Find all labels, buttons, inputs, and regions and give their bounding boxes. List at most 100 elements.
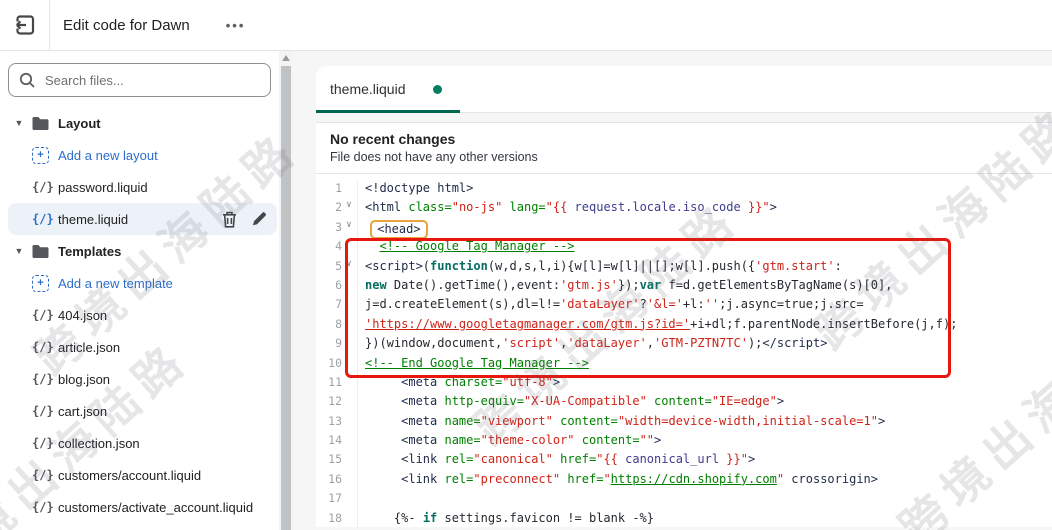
code-token: > — [552, 374, 561, 389]
file-name: cart.json — [58, 403, 108, 419]
code-token: charset= — [444, 374, 503, 389]
code-token: name= — [444, 413, 481, 428]
folder-row-layout[interactable]: ▼ Layout — [8, 107, 277, 139]
exit-editor-button[interactable] — [0, 0, 50, 50]
code-text: })(window,document,'script','dataLayer',… — [358, 336, 827, 355]
code-line[interactable]: 4 <!-- Google Tag Manager --> — [316, 239, 1052, 259]
code-token: "no-js" — [451, 200, 510, 215]
code-text: <link rel="preconnect" href="https://cdn… — [358, 472, 878, 491]
file-item-password.liquid[interactable]: {/} password.liquid — [8, 171, 277, 203]
code-file-icon: {/} — [32, 500, 54, 514]
scrollbar-thumb[interactable] — [281, 66, 291, 530]
code-token: "{{ — [545, 200, 575, 215]
file-item-customers/activate_account.liquid[interactable]: {/} customers/activate_account.liquid — [8, 491, 277, 523]
add-label: Add a new template — [58, 275, 173, 291]
code-line[interactable]: 5 ∨ <script>(function(w,d,s,l,i){w[l]=w[l]… — [316, 258, 1052, 278]
code-editor[interactable]: 1 <!doctype html> 2 ∨ <html class="no-js" la… — [316, 174, 1052, 527]
code-token: 'https://www.googletagmanager.com/gtm.js… — [365, 316, 691, 331]
code-token: href= — [567, 471, 604, 486]
code-line[interactable]: 6 new Date().getTime(),event:'gtm.js'});v… — [316, 277, 1052, 298]
code-token: > — [747, 452, 756, 467]
file-name: blog.json — [58, 371, 111, 387]
code-line[interactable]: 3 ∨ <head> — [316, 219, 1052, 240]
code-line[interactable]: 10 <!-- End Google Tag Manager --> — [316, 355, 1052, 375]
code-token: 'GTM-PZTN7TC' — [654, 336, 748, 351]
code-line[interactable]: 9})(window,document,'script','dataLayer'… — [316, 336, 1052, 356]
gutter: 1 — [316, 181, 358, 201]
file-item-blog.json[interactable]: {/} blog.json — [8, 363, 277, 395]
line-number: 5 — [335, 258, 342, 273]
scroll-up-arrow-icon[interactable] — [282, 55, 290, 61]
code-line[interactable]: 11 <meta charset="utf-8"> — [316, 374, 1052, 395]
search-input[interactable] — [8, 63, 271, 97]
fold-arrow-icon[interactable]: ∨ — [342, 220, 356, 239]
code-line[interactable]: 8 'https://www.googletagmanager.com/gtm.j… — [316, 316, 1052, 337]
add-new-templates-button[interactable]: + Add a new template — [8, 267, 277, 299]
rename-file-button[interactable] — [251, 211, 267, 228]
code-token: }}" — [719, 452, 748, 467]
gutter: 11 — [316, 374, 358, 395]
file-item-404.json[interactable]: {/} 404.json — [8, 299, 277, 331]
sidebar-scrollbar[interactable] — [279, 50, 293, 530]
code-token: crossorigin> — [791, 471, 878, 486]
code-token: if — [422, 510, 438, 525]
code-text: <meta http-equiv="X-UA-Compatible" conte… — [358, 394, 784, 413]
code-token: '&l=' — [646, 297, 683, 312]
code-token: <link — [401, 452, 445, 467]
code-line[interactable]: 17 — [316, 491, 1052, 511]
code-text: <!-- Google Tag Manager --> — [358, 239, 574, 258]
line-number: 11 — [328, 374, 342, 389]
code-token: <link — [401, 471, 445, 486]
fold-arrow-icon[interactable]: ∨ — [342, 259, 356, 278]
code-token: "IE=edge" — [711, 394, 777, 409]
code-line[interactable]: 1 <!doctype html> — [316, 181, 1052, 201]
file-name: password.liquid — [58, 179, 148, 195]
code-line[interactable]: 12 <meta http-equiv="X-UA-Compatible" co… — [316, 394, 1052, 414]
code-line[interactable]: 18 {%- if settings.favicon != blank -%} — [316, 510, 1052, 527]
code-text: <head> — [358, 219, 428, 239]
code-token: > — [877, 413, 886, 428]
fold-arrow-icon[interactable]: ∨ — [342, 200, 356, 219]
code-token: "width=device-width,initial-scale=1" — [617, 413, 878, 428]
gutter: 14 — [316, 433, 358, 453]
add-new-layout-button[interactable]: + Add a new layout — [8, 139, 277, 171]
delete-file-button[interactable] — [222, 211, 237, 228]
tab-theme-liquid[interactable]: theme.liquid — [316, 66, 460, 113]
version-banner-subtitle: File does not have any other versions — [330, 150, 538, 164]
code-line[interactable]: 15 <link rel="canonical" href="{{ canoni… — [316, 452, 1052, 472]
code-line[interactable]: 14 <meta name="theme-color" content=""> — [316, 433, 1052, 453]
code-token: content= — [654, 394, 712, 409]
file-tree: ▼ Layout + Add a new layout {/} password.liqu… — [0, 107, 293, 523]
more-options-button[interactable]: ••• — [220, 12, 252, 39]
file-item-customers/account.liquid[interactable]: {/} customers/account.liquid — [8, 459, 277, 491]
code-token: href= — [560, 452, 597, 467]
add-plus-icon: + — [32, 146, 49, 164]
code-line[interactable]: 13 <meta name="viewport" content="width=… — [316, 413, 1052, 434]
folder-label: Templates — [58, 243, 122, 259]
file-item-theme.liquid[interactable]: {/} theme.liquid — [8, 203, 277, 235]
code-token: <meta — [401, 374, 445, 389]
folder-row-templates[interactable]: ▼ Templates — [8, 235, 277, 267]
code-token: " — [776, 471, 792, 486]
code-line[interactable]: 2 ∨ <html class="no-js" lang="{{ request.l… — [316, 200, 1052, 220]
code-line[interactable]: 16 <link rel="preconnect" href="https://… — [316, 471, 1052, 492]
code-token: "preconnect" — [473, 471, 568, 486]
line-number: 13 — [328, 413, 342, 428]
code-line[interactable]: 7 j=d.createElement(s),dl=l!='dataLayer'?… — [316, 297, 1052, 317]
code-text: <meta name="viewport" content="width=dev… — [358, 414, 885, 433]
code-file-icon: {/} — [32, 180, 54, 194]
gutter: 6 — [316, 277, 358, 298]
file-item-cart.json[interactable]: {/} cart.json — [8, 395, 277, 427]
file-item-article.json[interactable]: {/} article.json — [8, 331, 277, 363]
folder-icon — [31, 244, 49, 259]
file-item-collection.json[interactable]: {/} collection.json — [8, 427, 277, 459]
line-number: 17 — [328, 491, 342, 506]
code-editor-app: Edit code for Dawn ••• ▼ Layout + Add a new… — [0, 0, 1052, 530]
code-token: <!-- End Google Tag Manager --> — [365, 355, 589, 370]
